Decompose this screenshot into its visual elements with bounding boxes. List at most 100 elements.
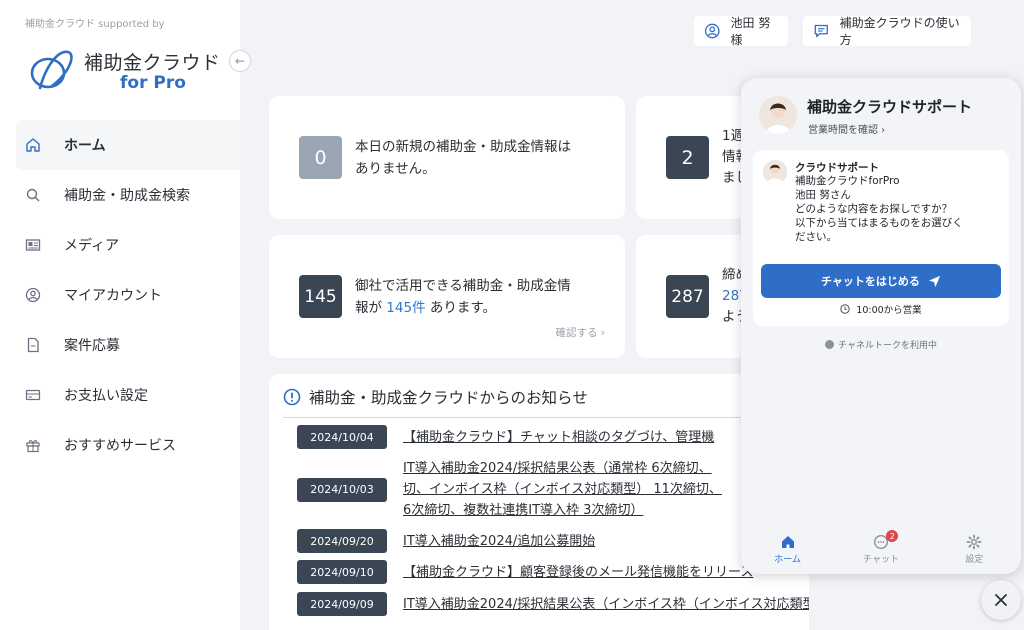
sidebar-item-recommended[interactable]: おすすめサービス	[16, 420, 240, 470]
notice-link[interactable]: IT導入補助金2024/採択結果公表（通常枠 6次締切、 切、インボイス枠（イン…	[403, 458, 722, 521]
notice-line: IT導入補助金2024/採択結果公表（インボイス枠（インボイス対応類型） 10次…	[403, 596, 809, 612]
notice-link[interactable]: 【補助金クラウド】顧客登録後のメール発信機能をリリース	[403, 562, 753, 583]
notice-line: IT導入補助金2024/追加公募開始	[403, 533, 596, 549]
welcome-message-card: クラウドサポート 補助金クラウドforPro 池田 努さん どのような内容をお探…	[753, 150, 1009, 326]
start-chat-button[interactable]: チャットをはじめる	[761, 264, 1001, 298]
message-line: 以下から当てはまるものをお選びく	[795, 217, 963, 229]
sidebar-item-label: おすすめサービス	[64, 438, 176, 454]
business-hours-link[interactable]: 営業時間を確認 ›	[808, 121, 885, 136]
chat-tab-settings[interactable]: 設定	[928, 524, 1021, 574]
logo-title: 補助金クラウド	[84, 52, 221, 74]
notice-date: 2024/10/04	[297, 425, 387, 449]
notice-date: 2024/10/03	[297, 477, 387, 502]
document-icon	[24, 336, 42, 354]
sidebar-item-payment[interactable]: お支払い設定	[16, 370, 240, 420]
newspaper-icon	[24, 236, 42, 254]
notice-link[interactable]: IT導入補助金2024/追加公募開始	[403, 531, 595, 552]
app-logo[interactable]: 補助金クラウド for Pro	[30, 46, 220, 96]
notice-date: 2024/09/09	[297, 592, 387, 616]
channel-talk-icon	[825, 340, 835, 349]
deadline-count-badge: 287	[666, 275, 709, 318]
sidebar-item-media[interactable]: メディア	[16, 220, 240, 270]
chat-tab-chat[interactable]: 2 チャット	[834, 524, 927, 574]
today-count-badge: 0	[299, 136, 342, 179]
help-guide-button[interactable]: 補助金クラウドの使い方	[803, 16, 971, 47]
sidebar-item-label: お支払い設定	[64, 388, 148, 404]
close-chat-button[interactable]	[981, 580, 1021, 620]
today-card-line: 本日の新規の補助金・助成金情報は	[355, 139, 571, 155]
available-card-text: 御社で活用できる補助金・助成金情 報が 145件 あります。	[355, 275, 617, 319]
message-sender: クラウドサポート	[795, 162, 879, 174]
chat-tab-bar: ホーム 2 チャット 設定	[741, 524, 1021, 574]
logo-subtitle: for Pro	[120, 73, 186, 93]
notice-section: 補助金・助成金クラウドからのお知らせ 2024/10/04 【補助金クラウド】チ…	[269, 374, 809, 630]
chat-bubble-icon	[814, 24, 828, 38]
chat-tab-label: ホーム	[774, 554, 802, 565]
sidebar-item-label: マイアカウント	[64, 288, 162, 304]
sidebar-item-label: メディア	[64, 238, 120, 254]
user-menu-button[interactable]: 池田 努様	[694, 16, 788, 47]
notice-date: 2024/09/10	[297, 560, 387, 584]
notice-line: IT導入補助金2024/採択結果公表（通常枠 6次締切、	[403, 461, 712, 476]
unread-badge: 2	[886, 530, 899, 542]
help-guide-label: 補助金クラウドの使い方	[839, 16, 960, 47]
sidebar-item-label: ホーム	[64, 138, 106, 154]
user-circle-icon	[24, 286, 42, 304]
available-count-link[interactable]: 145件	[386, 300, 425, 316]
sidebar: 補助金クラウド supported by 補助金クラウド for Pro ← ホ…	[0, 0, 251, 630]
chat-tab-home[interactable]: ホーム	[741, 524, 834, 574]
info-icon	[283, 388, 301, 406]
available-prefix: 報が	[355, 300, 387, 316]
powered-by[interactable]: チャネルトークを利用中	[741, 338, 1021, 351]
powered-by-text: チャネルトークを利用中	[838, 341, 937, 351]
available-suffix: あります。	[425, 300, 497, 316]
today-new-card[interactable]: 0 本日の新規の補助金・助成金情報は ありません。	[269, 96, 625, 219]
notice-line: 【補助金クラウド】チャット相談のタグづけ、管理機	[403, 429, 715, 445]
sidebar-item-search[interactable]: 補助金・助成金検索	[16, 170, 240, 220]
notice-link[interactable]: IT導入補助金2024/採択結果公表（インボイス枠（インボイス対応類型） 10次…	[403, 594, 809, 615]
sidebar-item-label: 補助金・助成金検索	[64, 188, 190, 204]
sidebar-nav: ホーム 補助金・助成金検索 メディア マイアカウント 案件応募 お支払い設定 お…	[16, 120, 240, 470]
notice-item[interactable]: 2024/09/09 IT導入補助金2024/採択結果公表（インボイス枠（インボ…	[297, 592, 809, 616]
user-name: 池田 努様	[730, 16, 771, 47]
notice-item[interactable]: 2024/10/03 IT導入補助金2024/採択結果公表（通常枠 6次締切、 …	[297, 458, 722, 521]
sidebar-item-applications[interactable]: 案件応募	[16, 320, 240, 370]
support-avatar	[763, 160, 787, 184]
logo-mark-icon	[30, 50, 73, 90]
available-card-line: 御社で活用できる補助金・助成金情	[355, 278, 571, 294]
clock-icon	[840, 304, 850, 314]
chat-title: 補助金クラウドサポート	[807, 98, 973, 116]
open-time: 10:00から営業	[753, 302, 1009, 316]
notice-title-text: 補助金・助成金クラウドからのお知らせ	[309, 389, 588, 407]
notice-item[interactable]: 2024/09/10 【補助金クラウド】顧客登録後のメール発信機能をリリース	[297, 560, 753, 584]
notice-line: 切、インボイス枠（インボイス対応類型） 11次締切、	[403, 482, 722, 497]
notice-item[interactable]: 2024/09/20 IT導入補助金2024/追加公募開始	[297, 529, 595, 553]
notice-item[interactable]: 2024/10/04 【補助金クラウド】チャット相談のタグづけ、管理機	[297, 425, 714, 449]
message-body: 補助金クラウドforPro 池田 努さん どのような内容をお探しですか？ 以下か…	[795, 174, 963, 244]
home-icon	[24, 136, 42, 154]
notice-line: 6次締切、複数社連携IT導入枠 3次締切）	[403, 503, 644, 518]
sidebar-item-account[interactable]: マイアカウント	[16, 270, 240, 320]
sidebar-item-home[interactable]: ホーム	[16, 120, 240, 170]
available-subsidies-card[interactable]: 145 御社で活用できる補助金・助成金情 報が 145件 あります。 確認する …	[269, 235, 625, 358]
confirm-link[interactable]: 確認する ›	[555, 325, 605, 340]
collapse-sidebar-button[interactable]: ←	[229, 50, 251, 72]
message-line: 補助金クラウドforPro	[795, 175, 900, 187]
message-line: どのような内容をお探しですか？	[795, 203, 953, 215]
message-line: 池田 努さん	[795, 189, 851, 201]
open-time-text: 10:00から営業	[856, 305, 922, 316]
user-circle-icon	[704, 23, 720, 39]
gear-icon	[966, 534, 982, 549]
gift-icon	[24, 436, 42, 454]
arrow-left-icon: ←	[234, 54, 246, 68]
notice-link[interactable]: 【補助金クラウド】チャット相談のタグづけ、管理機	[403, 427, 714, 448]
send-icon	[928, 275, 941, 287]
available-count-badge: 145	[299, 275, 342, 318]
sidebar-item-label: 案件応募	[64, 338, 120, 354]
today-card-text: 本日の新規の補助金・助成金情報は ありません。	[355, 136, 615, 180]
supported-by-text: 補助金クラウド supported by	[25, 19, 165, 30]
notice-date: 2024/09/20	[297, 529, 387, 553]
support-avatar	[759, 96, 797, 134]
chat-tab-label: 設定	[965, 554, 984, 565]
today-card-line: ありません。	[355, 161, 436, 177]
